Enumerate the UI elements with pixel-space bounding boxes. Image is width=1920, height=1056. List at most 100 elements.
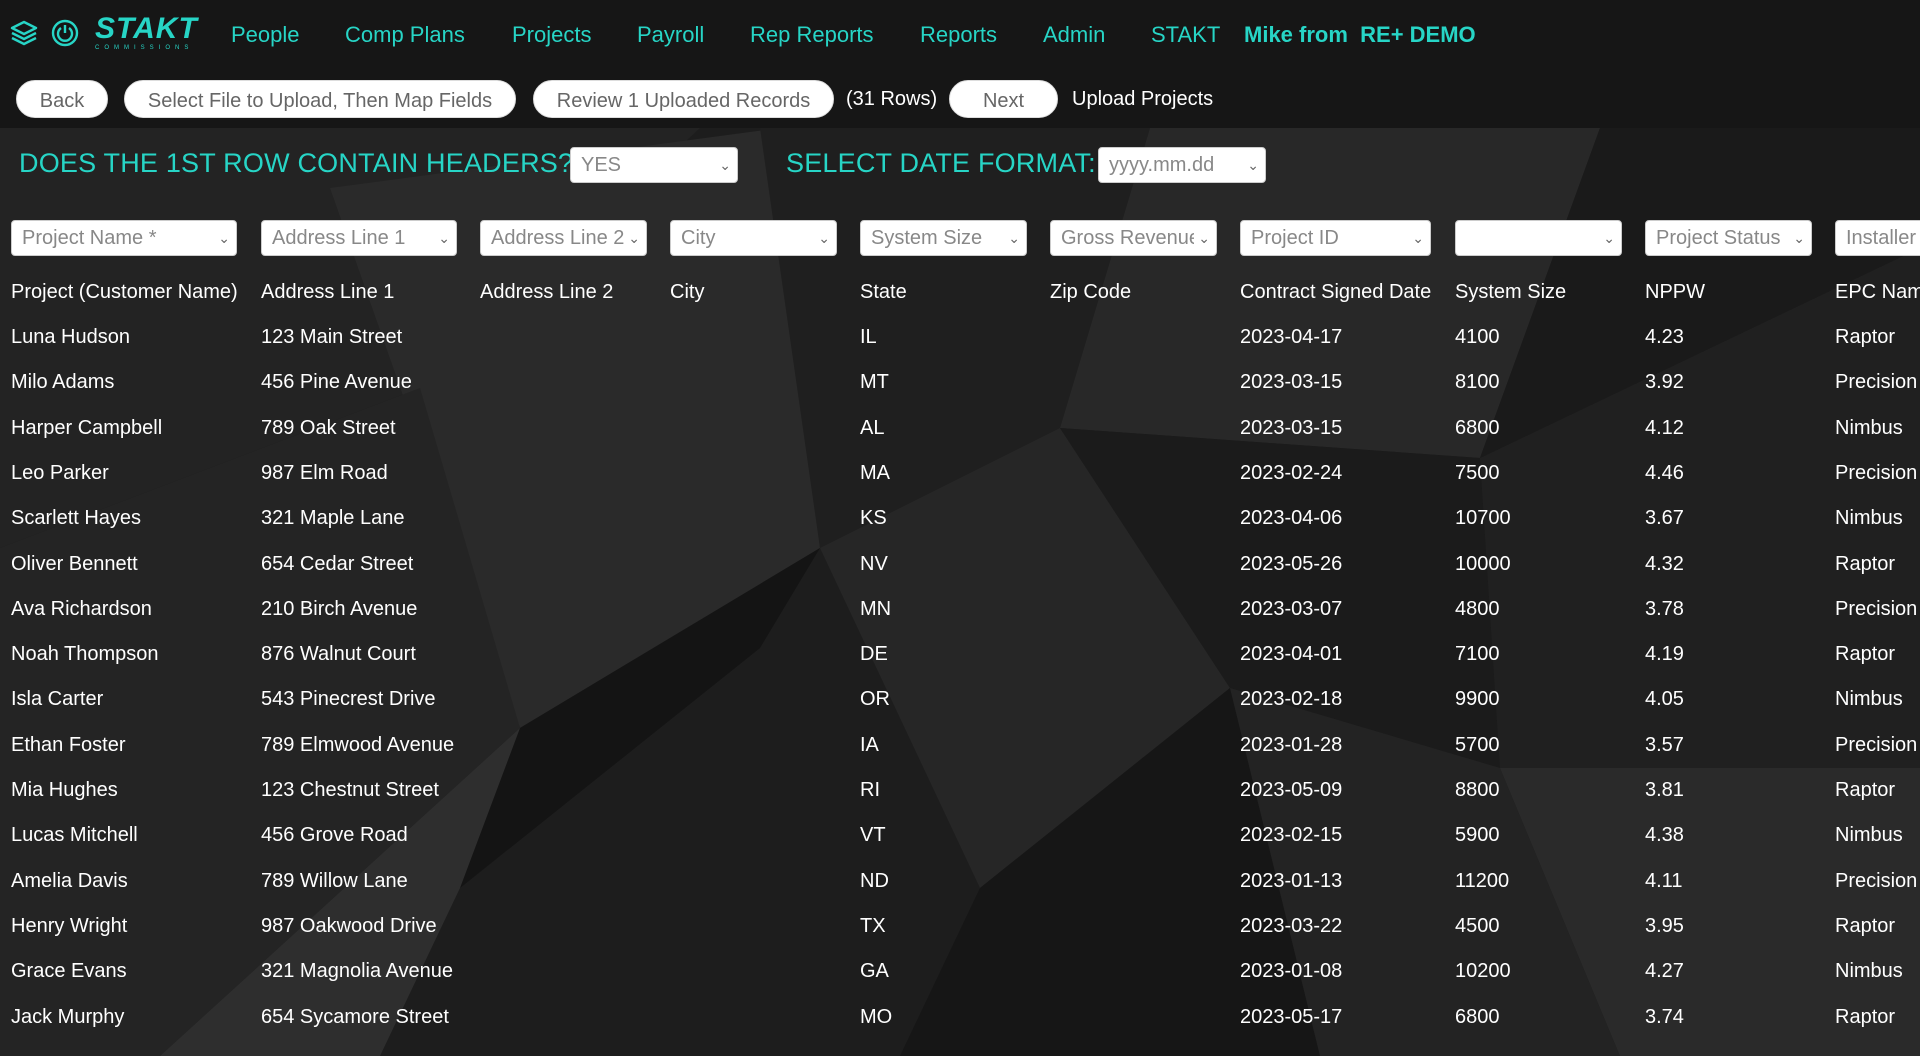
chevron-down-icon: ⌄ — [715, 148, 731, 182]
nav-comp-plans[interactable]: Comp Plans — [345, 22, 465, 48]
table-cell: 4100 — [1455, 326, 1500, 348]
table-cell: 8800 — [1455, 779, 1500, 801]
column-header: Contract Signed Date — [1240, 281, 1432, 303]
table-cell: OR — [860, 688, 890, 711]
table-cell: Mia Hughes — [11, 779, 118, 801]
field-map-select-value: System Size — [871, 227, 983, 249]
column-header: Zip Code — [1050, 281, 1132, 303]
table-cell: 2023-03-22 — [1240, 914, 1343, 937]
table-cell: Raptor — [1835, 779, 1896, 801]
select-file-button[interactable]: Select File to Upload, Then Map Fields — [124, 80, 516, 118]
field-map-select-value: Installer — [1846, 227, 1917, 249]
column-header: Project (Customer Name) — [11, 281, 238, 303]
table-cell: 654 Cedar Street — [261, 552, 414, 575]
table-cell: KS — [860, 507, 887, 530]
chevron-down-icon: ⌄ — [1194, 221, 1210, 255]
table-cell: Isla Carter — [11, 688, 104, 711]
back-button[interactable]: Back — [16, 80, 108, 118]
table-cell: Nimbus — [1835, 824, 1903, 847]
field-map-select[interactable]: ⌄ — [1455, 220, 1622, 256]
table-cell: VT — [860, 824, 886, 847]
table-cell: 4.11 — [1645, 869, 1683, 892]
table-cell: 10700 — [1455, 507, 1511, 530]
table-cell: 456 Pine Avenue — [261, 371, 412, 394]
chevron-down-icon: ⌄ — [1789, 221, 1805, 255]
table-cell: Precision — [1835, 733, 1918, 756]
chevron-down-icon: ⌄ — [214, 221, 230, 255]
table-cell: 3.78 — [1645, 597, 1684, 620]
table-cell: 2023-02-24 — [1240, 461, 1343, 484]
table-cell: 4.46 — [1645, 461, 1684, 484]
table-cell: NV — [860, 552, 888, 575]
chevron-down-icon: ⌄ — [1243, 148, 1259, 182]
table-cell: Precision — [1835, 371, 1918, 394]
date-format-label: SELECT DATE FORMAT: — [786, 148, 1096, 178]
table-cell: Henry Wright — [11, 914, 128, 937]
chevron-down-icon: ⌄ — [624, 221, 640, 255]
table-cell: Amelia Davis — [11, 869, 128, 892]
brand-name: STAKT — [95, 12, 198, 45]
field-map-select-value: Address Line 2 — [491, 227, 625, 249]
table-cell: 2023-03-15 — [1240, 416, 1343, 439]
field-map-select[interactable]: Project Name * ⌄ — [11, 220, 237, 256]
date-format-select[interactable]: yyyy.mm.dd ⌄ — [1098, 147, 1266, 183]
table-cell: 3.95 — [1645, 914, 1684, 937]
table-cell: 2023-01-28 — [1240, 733, 1343, 756]
table-cell: 2023-03-07 — [1240, 597, 1343, 620]
review-uploaded-records-button[interactable]: Review 1 Uploaded Records — [533, 80, 834, 118]
nav-admin[interactable]: Admin — [1043, 22, 1105, 48]
table-cell: 9900 — [1455, 688, 1500, 711]
field-map-select-value: City — [681, 227, 716, 249]
table-cell: Nimbus — [1835, 416, 1903, 439]
next-button[interactable]: Next — [949, 80, 1058, 118]
table-cell: Luna Hudson — [11, 326, 130, 348]
chevron-down-icon: ⌄ — [1408, 221, 1424, 255]
table-cell: Milo Adams — [11, 371, 115, 394]
table-cell: 456 Grove Road — [261, 824, 408, 847]
table-cell: 2023-01-13 — [1240, 869, 1343, 892]
table-cell: 789 Elmwood Avenue — [261, 733, 455, 756]
field-map-select[interactable]: Gross Revenue ⌄ — [1050, 220, 1217, 256]
table-cell: 2023-05-26 — [1240, 552, 1343, 575]
table-cell: Nimbus — [1835, 960, 1903, 983]
column-header: Address Line 1 — [261, 281, 395, 303]
field-map-select-value: Address Line 1 — [272, 227, 406, 249]
table-cell: 987 Elm Road — [261, 461, 388, 484]
nav-payroll[interactable]: Payroll — [637, 22, 704, 48]
layers-icon[interactable] — [9, 18, 39, 48]
field-map-select-value: Project Status — [1656, 227, 1781, 249]
table-cell: 4.19 — [1645, 643, 1684, 666]
nav-stakt[interactable]: STAKT — [1151, 22, 1220, 48]
table-cell: 3.81 — [1645, 779, 1684, 801]
headers-select[interactable]: YES ⌄ — [570, 147, 738, 183]
table-cell: Raptor — [1835, 1005, 1896, 1028]
field-map-select[interactable]: Address Line 1 ⌄ — [261, 220, 457, 256]
chevron-down-icon: ⌄ — [814, 221, 830, 255]
table-cell: Precision — [1835, 461, 1918, 484]
field-map-select[interactable]: Address Line 2 ⌄ — [480, 220, 647, 256]
brand-subtitle: COMMISSIONS — [95, 45, 194, 51]
table-cell: 3.57 — [1645, 733, 1684, 756]
power-icon[interactable] — [50, 18, 80, 48]
field-map-select[interactable]: Project Status ⌄ — [1645, 220, 1812, 256]
table-cell: Raptor — [1835, 552, 1896, 575]
field-map-select[interactable]: System Size ⌄ — [860, 220, 1027, 256]
table-cell: Raptor — [1835, 914, 1896, 937]
table-cell: 2023-02-18 — [1240, 688, 1343, 711]
nav-reports[interactable]: Reports — [920, 22, 997, 48]
nav-projects[interactable]: Projects — [512, 22, 591, 48]
user-account-menu[interactable]: Mike from RE+ DEMO — [1244, 22, 1476, 48]
table-cell: Nimbus — [1835, 688, 1903, 711]
field-map-select[interactable]: Project ID ⌄ — [1240, 220, 1431, 256]
page-title: Upload Projects — [1072, 88, 1214, 110]
table-cell: 4.27 — [1645, 960, 1684, 983]
brand-logo[interactable]: STAKT COMMISSIONS — [95, 12, 198, 52]
field-map-select-value: Project ID — [1251, 227, 1339, 249]
field-map-select[interactable]: City ⌄ — [670, 220, 837, 256]
nav-people[interactable]: People — [231, 22, 300, 48]
table-cell: 123 Main Street — [261, 326, 403, 348]
chevron-down-icon: ⌄ — [1004, 221, 1020, 255]
field-map-select[interactable]: Installer⌄ — [1835, 220, 1920, 256]
table-cell: 543 Pinecrest Drive — [261, 688, 436, 711]
nav-rep-reports[interactable]: Rep Reports — [750, 22, 874, 48]
